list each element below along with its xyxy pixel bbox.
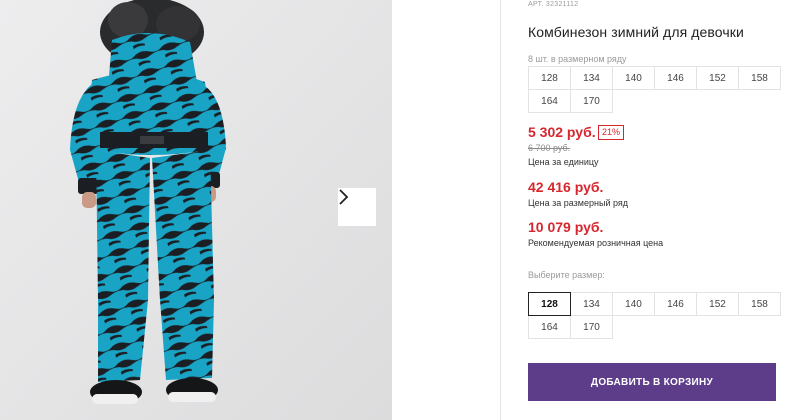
retail-price: 10 079 руб. [528, 219, 604, 235]
product-title: Комбинезон зимний для девочки [528, 24, 744, 40]
size-option[interactable]: 158 [738, 292, 781, 316]
size-option[interactable]: 134 [570, 292, 613, 316]
size-row-hint: 8 шт. в размерном ряду [528, 54, 627, 64]
unit-price: 5 302 руб. [528, 124, 596, 140]
size-option[interactable]: 170 [570, 315, 613, 339]
panel-divider [500, 0, 501, 420]
size-row-item: 170 [570, 89, 613, 113]
article-number: АРТ. 32321112 [528, 1, 579, 8]
unit-price-caption: Цена за единицу [528, 157, 599, 167]
size-row-price: 42 416 руб. [528, 179, 604, 195]
size-row-price-caption: Цена за размерный ряд [528, 198, 629, 208]
size-row-item: 140 [612, 66, 655, 90]
next-image-button[interactable] [338, 188, 376, 226]
old-price: 6 700 руб. [528, 143, 571, 153]
size-option-selected[interactable]: 128 [528, 292, 571, 316]
size-option[interactable]: 140 [612, 292, 655, 316]
size-row-item: 128 [528, 66, 571, 90]
size-row-item: 152 [696, 66, 739, 90]
size-row-item: 134 [570, 66, 613, 90]
size-option[interactable]: 146 [654, 292, 697, 316]
size-row-item: 158 [738, 66, 781, 90]
size-row-grid: 128 134 140 146 152 158 164 170 [528, 66, 781, 113]
product-image [0, 0, 392, 420]
size-row-item: 164 [528, 89, 571, 113]
add-to-cart-button[interactable]: ДОБАВИТЬ В КОРЗИНУ [528, 363, 776, 401]
jumpsuit-photo [0, 0, 392, 420]
discount-badge: 21% [598, 125, 625, 140]
size-selector: 128 134 140 146 152 158 164 170 [528, 292, 781, 339]
size-option[interactable]: 164 [528, 315, 571, 339]
select-size-hint: Выберите размер: [528, 270, 605, 280]
size-row-item: 146 [654, 66, 697, 90]
retail-price-caption: Рекомендуемая розничная цена [528, 238, 664, 248]
size-option[interactable]: 152 [696, 292, 739, 316]
